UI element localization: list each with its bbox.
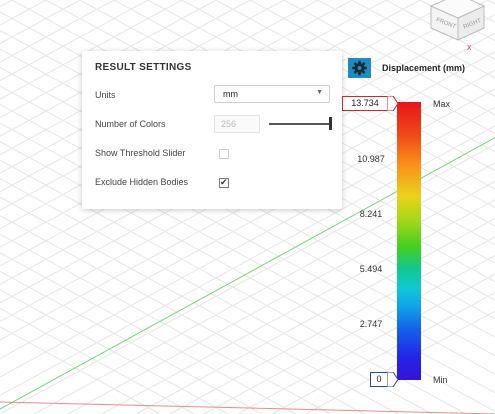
exclude-hidden-bodies-label: Exclude Hidden Bodies bbox=[95, 177, 189, 187]
view-cube[interactable]: FRONT RIGHT x bbox=[429, 0, 486, 52]
legend-tick-label: 5.494 bbox=[359, 264, 383, 274]
show-threshold-slider-checkbox[interactable] bbox=[219, 149, 229, 159]
panel-title: RESULT SETTINGS bbox=[95, 62, 192, 73]
min-marker-arrow bbox=[387, 372, 399, 387]
legend-tick-label: 8.241 bbox=[359, 209, 383, 219]
gear-icon bbox=[352, 60, 367, 76]
legend-title: Displacement (mm) bbox=[382, 63, 466, 73]
units-dropdown[interactable]: mm ▼ bbox=[214, 85, 330, 103]
exclude-hidden-bodies-checkbox[interactable]: ✔ bbox=[219, 177, 229, 188]
show-threshold-slider-label: Show Threshold Slider bbox=[95, 148, 186, 158]
legend-tick-label: 10.987 bbox=[357, 154, 385, 164]
number-of-colors-slider-track[interactable] bbox=[269, 123, 331, 125]
max-label: Max bbox=[433, 99, 451, 109]
view-cube-x-axis-marker[interactable]: x bbox=[467, 42, 472, 52]
legend-settings-button[interactable] bbox=[348, 58, 371, 78]
number-of-colors-slider-handle[interactable] bbox=[329, 117, 332, 130]
chevron-down-icon: ▼ bbox=[316, 89, 323, 96]
units-label: Units bbox=[95, 90, 116, 100]
color-legend-bar bbox=[397, 102, 421, 380]
min-value-marker[interactable]: 0 bbox=[370, 372, 388, 387]
checkmark-icon: ✔ bbox=[220, 177, 228, 187]
units-selected-value: mm bbox=[223, 89, 238, 99]
legend-tick-label: 2.747 bbox=[359, 319, 383, 329]
max-marker-arrow bbox=[387, 96, 399, 111]
number-of-colors-input[interactable]: 256 bbox=[214, 115, 260, 133]
number-of-colors-label: Number of Colors bbox=[95, 119, 166, 129]
result-settings-panel: RESULT SETTINGS Units mm ▼ Number of Col… bbox=[82, 51, 342, 209]
min-label: Min bbox=[433, 375, 448, 385]
max-value-marker[interactable]: 13.734 bbox=[342, 96, 388, 111]
